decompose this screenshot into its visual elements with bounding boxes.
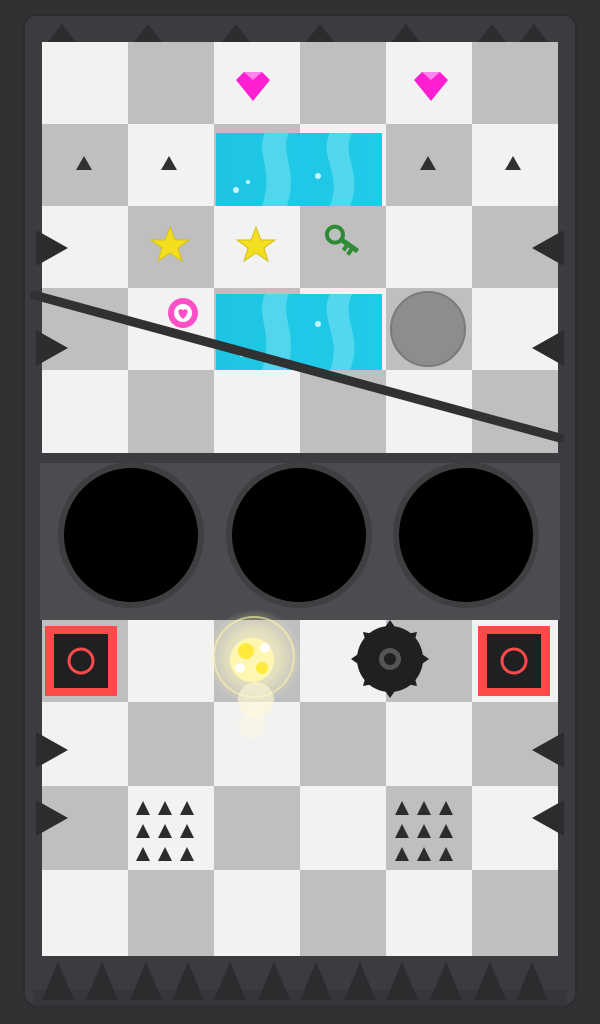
heart-ring-icon[interactable] xyxy=(168,298,198,328)
spike-cluster-right xyxy=(395,801,453,861)
water-pool-top xyxy=(216,133,382,206)
upper-board xyxy=(29,42,565,453)
spike-cluster-left xyxy=(136,801,194,861)
launcher-left[interactable] xyxy=(45,626,117,696)
hole-left xyxy=(58,462,204,608)
hole-strip xyxy=(40,455,560,620)
hole-middle xyxy=(226,462,372,608)
launcher-right[interactable] xyxy=(478,626,550,696)
water-pool-bottom xyxy=(216,294,382,370)
lower-board xyxy=(42,609,558,956)
game-stage xyxy=(0,0,600,1024)
hole-right xyxy=(393,462,539,608)
grey-disc-pad[interactable] xyxy=(390,291,466,367)
upper-board-tiles xyxy=(42,42,558,453)
